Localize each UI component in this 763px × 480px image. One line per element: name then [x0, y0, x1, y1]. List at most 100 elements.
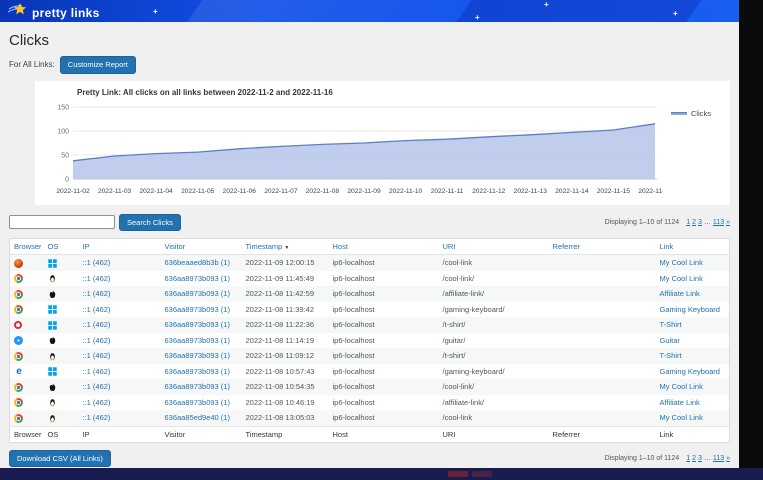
visitor-link[interactable]: 636aa8973b093 (1) — [165, 274, 230, 283]
search-input[interactable] — [9, 215, 115, 229]
legend-line-swatch — [671, 112, 687, 115]
ip-link[interactable]: ::1 (462) — [83, 413, 111, 422]
pagination-ellipsis: … — [704, 455, 711, 462]
visitor-link[interactable]: 636aa8973b093 (1) — [165, 398, 230, 407]
linux-icon — [48, 398, 57, 407]
ip-link[interactable]: ::1 (462) — [83, 336, 111, 345]
referrer-cell — [549, 348, 656, 364]
visitor-link[interactable]: 636aa8973b093 (1) — [165, 320, 230, 329]
safari-icon — [14, 336, 23, 345]
referrer-cell — [549, 317, 656, 333]
pagination-link-113[interactable]: 113 — [713, 219, 724, 226]
timestamp-cell: 2022-11-08 11:39:42 — [242, 302, 329, 318]
pagination-link-»[interactable]: » — [726, 455, 730, 462]
timestamp-cell: 2022-11-08 10:57:43 — [242, 364, 329, 380]
pagination-ellipsis: … — [704, 219, 711, 226]
clicks-chart-card: Pretty Link: All clicks on all links bet… — [35, 81, 730, 205]
pagination-link-2[interactable]: 2 — [692, 219, 696, 226]
pagination-top: Displaying 1–10 of 1124 123…113» — [605, 219, 730, 226]
ip-link[interactable]: ::1 (462) — [83, 305, 111, 314]
link-link[interactable]: My Cool Link — [660, 413, 703, 422]
ip-link[interactable]: ::1 (462) — [83, 274, 111, 283]
ip-link[interactable]: ::1 (462) — [83, 289, 111, 298]
host-cell: ip6-localhost — [329, 286, 439, 302]
link-link[interactable]: My Cool Link — [660, 382, 703, 391]
column-header-ip[interactable]: IP — [79, 239, 161, 255]
chrome-icon — [14, 351, 23, 360]
visitor-link[interactable]: 636aa8973b093 (1) — [165, 367, 230, 376]
visitor-link[interactable]: 636aa8973b093 (1) — [165, 289, 230, 298]
column-header-visitor[interactable]: Visitor — [161, 239, 242, 255]
link-link[interactable]: T-Shirt — [660, 351, 682, 360]
column-header-referrer[interactable]: Referrer — [549, 239, 656, 255]
svg-text:2022-11-03: 2022-11-03 — [98, 188, 132, 195]
pagination-link-1[interactable]: 1 — [686, 455, 690, 462]
uri-cell: /affiliate-link/ — [439, 395, 549, 411]
link-link[interactable]: Affiliate Link — [660, 289, 700, 298]
uri-cell: /gaming-keyboard/ — [439, 302, 549, 318]
apple-icon — [48, 336, 57, 345]
column-header-browser[interactable]: Browser — [10, 239, 44, 255]
windows-icon — [48, 258, 57, 267]
pagination-link-2[interactable]: 2 — [692, 455, 696, 462]
link-link[interactable]: My Cool Link — [660, 258, 703, 267]
link-link[interactable]: Gaming Keyboard — [660, 367, 720, 376]
column-header-os[interactable]: OS — [44, 239, 79, 255]
pagination-link-»[interactable]: » — [726, 219, 730, 226]
ip-link[interactable]: ::1 (462) — [83, 382, 111, 391]
pagination-link-1[interactable]: 1 — [686, 219, 690, 226]
link-link[interactable]: My Cool Link — [660, 274, 703, 283]
referrer-cell — [549, 271, 656, 287]
svg-text:2022-11-13: 2022-11-13 — [514, 188, 548, 195]
column-footer-browser: Browser — [10, 426, 44, 442]
visitor-link[interactable]: 636beaaed8b3b (1) — [165, 258, 230, 267]
visitor-link[interactable]: 636aa8973b093 (1) — [165, 305, 230, 314]
download-csv-button[interactable]: Download CSV (All Links) — [9, 450, 111, 468]
referrer-cell — [549, 333, 656, 349]
column-header-uri[interactable]: URI — [439, 239, 549, 255]
sparkle-icon: + — [153, 7, 158, 16]
screen: pretty links + + + + Clicks For All Link… — [0, 0, 763, 480]
visitor-link[interactable]: 636aa85ed9e40 (1) — [165, 413, 230, 422]
svg-text:2022-11-08: 2022-11-08 — [306, 188, 340, 195]
timestamp-cell: 2022-11-08 11:09:12 — [242, 348, 329, 364]
timestamp-cell: 2022-11-09 12:00:15 — [242, 255, 329, 271]
search-clicks-button[interactable]: Search Clicks — [119, 214, 181, 232]
svg-text:2022-11-15: 2022-11-15 — [597, 188, 631, 195]
ip-link[interactable]: ::1 (462) — [83, 351, 111, 360]
clicks-table-foot: BrowserOSIPVisitorTimestampHostURIReferr… — [10, 426, 730, 442]
table-row: ::1 (462) 636beaaed8b3b (1) 2022-11-09 12:… — [10, 255, 730, 271]
displaying-text: Displaying 1–10 of 1124 — [605, 219, 680, 226]
taskbar-blob — [472, 471, 492, 477]
column-header-timestamp[interactable]: Timestamp ▼ — [242, 239, 329, 255]
opera-icon — [14, 320, 22, 329]
ip-link[interactable]: ::1 (462) — [83, 320, 111, 329]
chrome-icon — [14, 289, 23, 298]
ip-link[interactable]: ::1 (462) — [83, 367, 111, 376]
legend-label: Clicks — [691, 109, 711, 118]
svg-text:2022-11-07: 2022-11-07 — [264, 188, 298, 195]
link-link[interactable]: Guitar — [660, 336, 680, 345]
column-header-link[interactable]: Link — [656, 239, 730, 255]
host-cell: ip6-localhost — [329, 317, 439, 333]
table-row: ::1 (462)636aa8973b093 (1)2022-11-08 10:… — [10, 395, 730, 411]
visitor-link[interactable]: 636aa8973b093 (1) — [165, 336, 230, 345]
table-row: ::1 (462)636aa85ed9e40 (1)2022-11-08 13:… — [10, 410, 730, 426]
visitor-link[interactable]: 636aa8973b093 (1) — [165, 382, 230, 391]
table-row: ::1 (462)636aa8973b093 (1)2022-11-08 10:… — [10, 379, 730, 395]
svg-text:100: 100 — [57, 128, 69, 135]
ip-link[interactable]: ::1 (462) — [83, 258, 111, 267]
pagination-link-113[interactable]: 113 — [713, 455, 724, 462]
clicks-area-chart: 0501001502022-11-022022-11-032022-11-042… — [43, 99, 663, 203]
uri-cell: /cool-link — [439, 410, 549, 426]
ip-link[interactable]: ::1 (462) — [83, 398, 111, 407]
sparkle-icon: + — [673, 9, 678, 18]
pagination-link-3[interactable]: 3 — [698, 455, 702, 462]
pagination-link-3[interactable]: 3 — [698, 219, 702, 226]
link-link[interactable]: Gaming Keyboard — [660, 305, 720, 314]
link-link[interactable]: Affiliate Link — [660, 398, 700, 407]
column-header-host[interactable]: Host — [329, 239, 439, 255]
customize-report-button[interactable]: Customize Report — [60, 56, 136, 74]
link-link[interactable]: T-Shirt — [660, 320, 682, 329]
visitor-link[interactable]: 636aa8973b093 (1) — [165, 351, 230, 360]
